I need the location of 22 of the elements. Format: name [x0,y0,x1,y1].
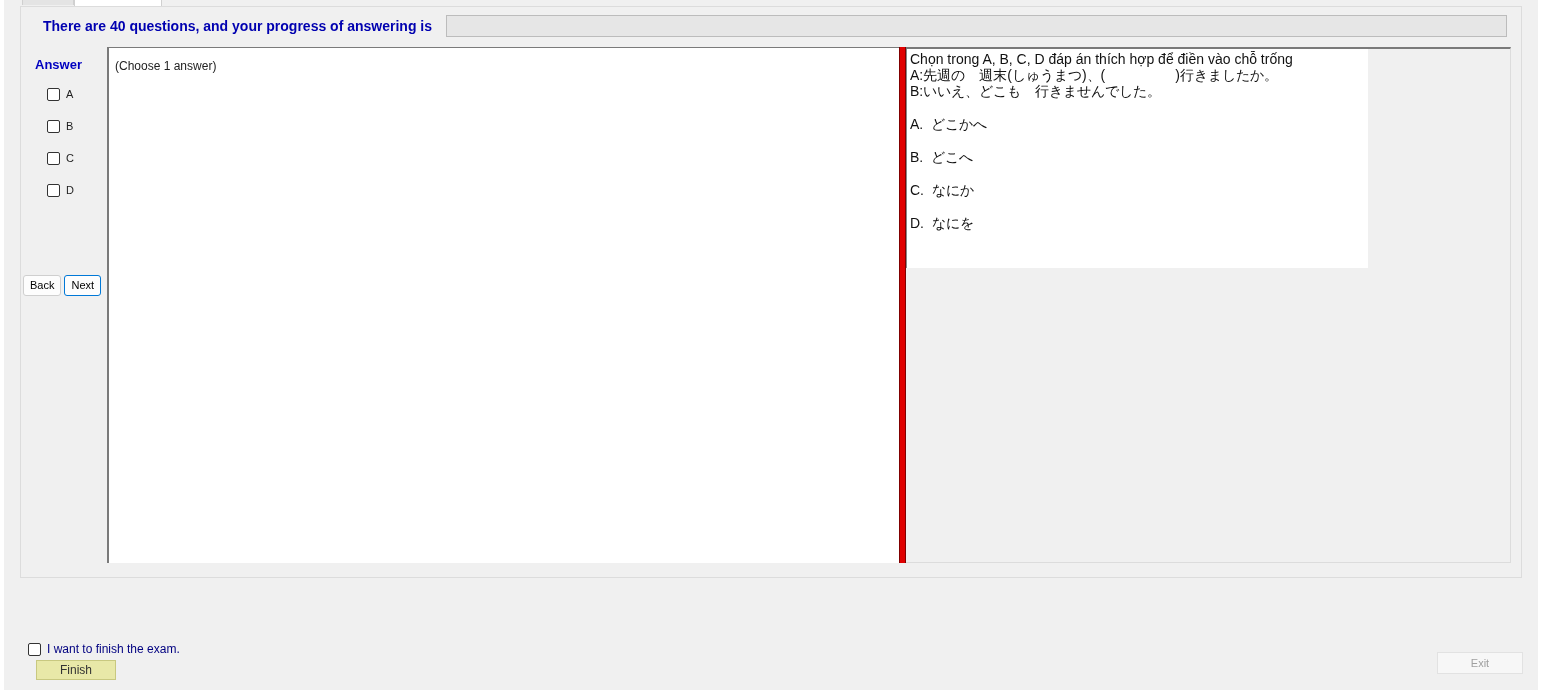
answer-heading: Answer [35,56,83,74]
answer-text-area[interactable]: (Choose 1 answer) [107,47,899,563]
nav-button[interactable]: Back [23,274,62,296]
question-text: A:先週の 週末(しゅうまつ)、( )行きましたか。 [910,67,1279,83]
finish-checkbox[interactable]: I want to finish the exam. [28,640,180,658]
question-text: B:いいえ、どこも 行きませんでした。 [910,83,1163,99]
tab[interactable] [22,0,74,5]
choice-text: B. どこへ [910,149,974,165]
answer-checkbox[interactable]: C [47,149,107,168]
answer-checkbox[interactable]: B [47,117,107,136]
answer-checkbox[interactable]: D [47,181,107,200]
answer-instruction: (Choose 1 answer) [115,59,217,73]
progress-label: There are 40 questions, and your progress of answering is [43,16,432,36]
finish-button[interactable]: Finish [36,660,116,680]
nav-button[interactable]: Next [64,274,102,296]
choice-text: A. どこかへ [910,116,988,132]
splitter[interactable] [899,47,906,563]
answer-checkbox[interactable]: A [47,85,107,104]
choice-text: D. なにを [910,215,975,231]
tab[interactable] [74,0,162,6]
question-text: Chọn trong A, B, C, D đáp án thích hợp để điền vào chỗ trống [910,51,1294,67]
choice-text: C. なにか [910,182,975,198]
